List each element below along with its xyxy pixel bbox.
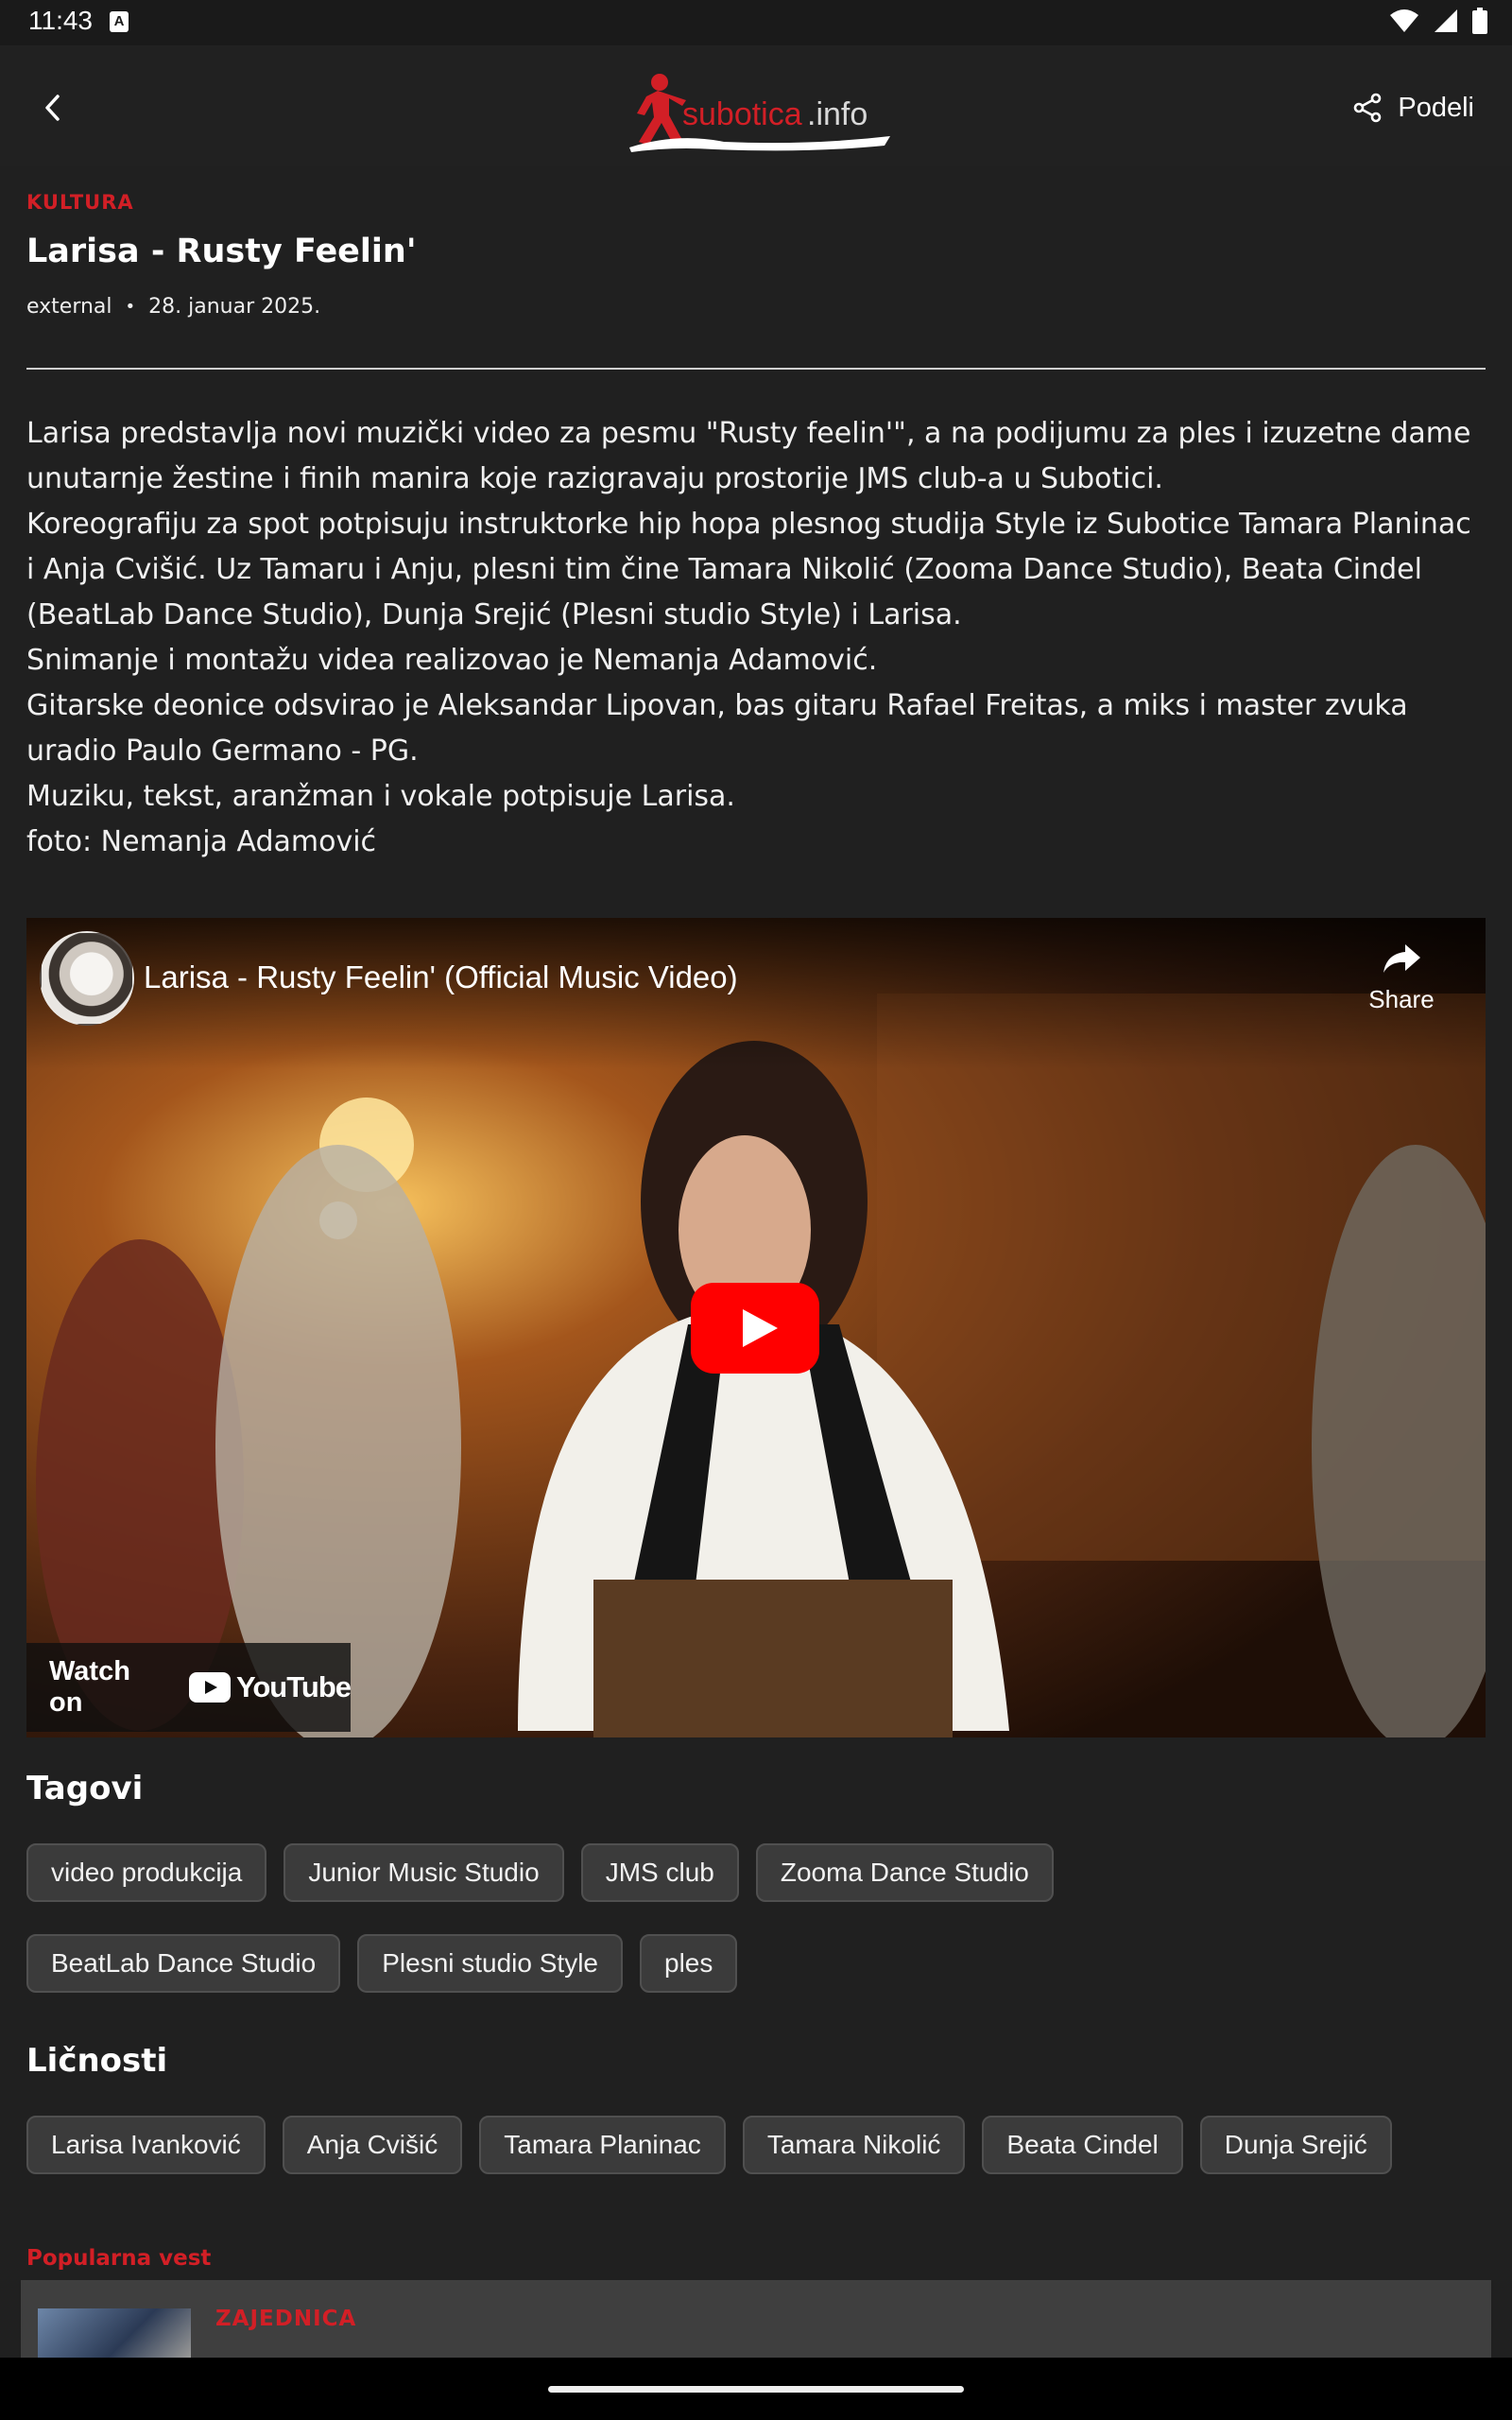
youtube-embed[interactable]: Larisa - Rusty Feelin' (Official Music V… [26, 918, 1486, 1737]
tag-chip[interactable]: ples [640, 1934, 738, 1993]
person-chip[interactable]: Beata Cindel [982, 2116, 1183, 2174]
signal-icon [1435, 9, 1457, 32]
gesture-navigation-bar [0, 2358, 1512, 2420]
share-icon [1354, 93, 1382, 123]
arrow-left-icon [45, 95, 60, 121]
logo-text-main: subotica [682, 96, 802, 132]
wifi-icon [1390, 9, 1418, 32]
person-row: Larisa Ivanković Anja Cvišić Tamara Plan… [26, 2116, 1486, 2174]
site-logo[interactable]: subotica .info [620, 62, 894, 157]
article-meta: external • 28. januar 2025. [26, 295, 1486, 319]
tag-chip[interactable]: JMS club [580, 1843, 739, 1902]
share-button[interactable]: Podeli [1352, 81, 1474, 134]
tag-chip[interactable]: Junior Music Studio [284, 1843, 564, 1902]
divider [26, 368, 1486, 370]
watch-on-label: Watch on [49, 1656, 130, 1718]
popular-heading: Popularna vest [26, 2246, 212, 2271]
person-chip[interactable]: Tamara Planinac [479, 2116, 726, 2174]
video-share-button[interactable]: Share [1349, 941, 1453, 1014]
channel-avatar[interactable] [40, 931, 134, 1026]
tag-row: video produkcija Junior Music Studio JMS… [26, 1843, 1486, 1902]
article-title: Larisa - Rusty Feelin' [26, 233, 417, 270]
person-chip[interactable]: Larisa Ivanković [26, 2116, 266, 2174]
share-label: Podeli [1398, 92, 1474, 123]
watch-on-youtube-button[interactable]: Watch on YouTube [26, 1643, 352, 1732]
logo-text-suffix: .info [807, 96, 868, 132]
youtube-logo: YouTube [189, 1670, 352, 1704]
youtube-wordmark: YouTube [236, 1670, 352, 1703]
tag-chip[interactable]: BeatLab Dance Studio [26, 1934, 341, 1993]
home-gesture-handle[interactable] [548, 2386, 964, 2393]
person-chip[interactable]: Dunja Srejić [1199, 2116, 1392, 2174]
person-chip[interactable]: Anja Cvišić [282, 2116, 463, 2174]
article-author: external [26, 295, 112, 319]
tag-chip[interactable]: Plesni studio Style [357, 1934, 624, 1993]
youtube-icon [189, 1672, 231, 1703]
battery-icon [1472, 8, 1487, 34]
play-button[interactable] [691, 1283, 819, 1374]
person-chip[interactable]: Tamara Nikolić [742, 2116, 966, 2174]
back-button[interactable] [28, 83, 77, 132]
popular-article-category: ZAJEDNICA [215, 2307, 357, 2331]
status-bar: 11:43 A [0, 0, 1512, 45]
article: KULTURA Larisa - Rusty Feelin' external … [26, 166, 1486, 865]
a-icon: A [110, 11, 129, 32]
article-date: 28. januar 2025. [148, 295, 321, 319]
system-icons [1389, 8, 1487, 34]
tags-heading: Tagovi [26, 1770, 144, 1807]
persons-heading: Ličnosti [26, 2042, 168, 2080]
app-bar: subotica .info Podeli [0, 45, 1512, 166]
share-arrow-icon [1383, 944, 1420, 973]
tag-chip[interactable]: video produkcija [26, 1843, 267, 1902]
tags-list: video produkcija Junior Music Studio JMS… [26, 1843, 1486, 2025]
persons-list: Larisa Ivanković Anja Cvišić Tamara Plan… [26, 2116, 1486, 2206]
tag-row: BeatLab Dance Studio Plesni studio Style… [26, 1934, 1486, 1993]
clock: 11:43 [28, 6, 93, 35]
article-category[interactable]: KULTURA [26, 191, 1486, 214]
article-body: Larisa predstavlja novi muzički video za… [26, 417, 1471, 858]
tag-chip[interactable]: Zooma Dance Studio [755, 1843, 1054, 1902]
meta-separator: • [125, 297, 136, 317]
video-title[interactable]: Larisa - Rusty Feelin' (Official Music V… [144, 959, 738, 995]
video-share-label: Share [1368, 985, 1435, 1013]
